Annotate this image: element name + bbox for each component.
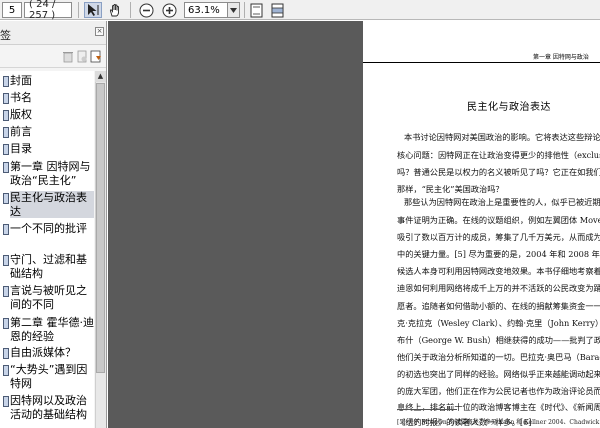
bookmark-label: 版权 bbox=[10, 108, 32, 121]
body-line: 的初选也突出了同样的经验。网络似乎正来越能调动起来个 bbox=[397, 369, 600, 379]
body-line: 那些认为因特网在政治上是重要性的人，似乎已被近期 bbox=[404, 197, 600, 207]
bookmark-label: 因特网以及政治活动的基础结构 bbox=[10, 394, 87, 421]
bookmark-icon bbox=[3, 365, 9, 376]
header-rule bbox=[363, 62, 600, 63]
bookmark-label: 守门、过滤和基础结构 bbox=[10, 253, 87, 280]
bookmark-icon bbox=[3, 162, 9, 173]
body-line: 迪恩如何利用网络将成千上万的并不活跃的公民改变为踊跃的 bbox=[397, 283, 600, 293]
fit-width-button[interactable] bbox=[268, 2, 286, 18]
select-tool-button[interactable] bbox=[84, 2, 102, 18]
body-line: 中的关键力量。[5] 尽为重要的是，2004 年和 2008 年的竞选活动 bbox=[397, 249, 600, 259]
bookmark-label: 民主化与政治表达 bbox=[10, 191, 94, 218]
panel-title: 签 bbox=[0, 29, 11, 42]
panel-toolbar bbox=[0, 46, 106, 68]
minus-circle-icon bbox=[139, 3, 153, 17]
bookmark-label: “大势头”遇到因特网 bbox=[10, 363, 88, 390]
bookmark-icon bbox=[3, 193, 9, 204]
bookmark-label: 第二章 霍华德·迪恩的经验 bbox=[10, 316, 94, 343]
fit-page-icon bbox=[250, 3, 262, 17]
footnote: [5] 关于 MoveOn 的简要概述，参见 Kahn 和 Kellner 20… bbox=[397, 419, 600, 426]
bookmark-list: 封面 书名 版权 前言 目录 第一章 因特网与政治“民主化” 民主化与政治表达 … bbox=[0, 71, 94, 428]
body-line: 本书讨论因特网对美国政治的影响。它将表达这些辩论中 bbox=[404, 132, 600, 142]
document-viewport[interactable]: 第一章 因特网与政治 民主化与政治表达 本书讨论因特网对美国政治的影响。它将表达… bbox=[108, 21, 600, 428]
hand-tool-button[interactable] bbox=[106, 2, 124, 18]
body-line: 息终上，排名前十位的政治博客博主在《时代》、《新闻周刊 bbox=[397, 402, 600, 412]
page-number-input[interactable]: 5 bbox=[2, 2, 22, 18]
body-line: 布什（George W. Bush）相继获得的成功——批判了政治学者们 bbox=[397, 335, 600, 345]
zoom-in-button[interactable] bbox=[160, 2, 178, 18]
new-bookmark-button[interactable] bbox=[76, 50, 88, 63]
fit-width-icon bbox=[271, 3, 283, 17]
new-bookmark-icon bbox=[77, 50, 87, 63]
bookmark-icon bbox=[3, 255, 9, 266]
body-line: 吗？普通公民是以权力的名义被听见了吗？它正在如我们所期 bbox=[397, 167, 600, 177]
body-line: 核心问题：因特网正在让政治变得更少的排他性（exclusive） bbox=[397, 150, 600, 160]
toolbar-separator bbox=[244, 2, 245, 18]
bookmark-label: 封面 bbox=[10, 74, 32, 87]
bookmark-icon bbox=[3, 127, 9, 138]
cursor-icon bbox=[88, 4, 99, 16]
toolbar-separator bbox=[130, 2, 131, 18]
bookmark-label: 自由派媒体？ bbox=[10, 346, 76, 359]
body-line: 他们关于政治分析所知道的一切。巴拉克·奥巴马（Barack bbox=[397, 352, 600, 362]
bookmark-icon bbox=[3, 318, 9, 329]
chevron-down-icon bbox=[230, 7, 237, 13]
panel-close-icon[interactable]: × bbox=[95, 27, 104, 36]
options-icon bbox=[90, 50, 101, 63]
bookmark-label: 目录 bbox=[10, 142, 32, 155]
delete-bookmark-button[interactable] bbox=[62, 50, 74, 63]
toolbar: 5 ( 24 / 257 ) 63.1% bbox=[0, 0, 600, 21]
plus-circle-icon bbox=[162, 3, 176, 17]
zoom-level-input[interactable]: 63.1% bbox=[184, 2, 228, 18]
bookmark-icon bbox=[3, 144, 9, 155]
body-line: 的庞大军团，他们正在作为公民记者也作为政治评论员而发声 bbox=[397, 386, 600, 396]
bookmark-label: 书名 bbox=[10, 91, 32, 104]
bookmark-options-button[interactable] bbox=[90, 50, 102, 63]
bookmark-label: 一个不同的批评 bbox=[10, 222, 87, 235]
bookmark-icon bbox=[3, 224, 9, 235]
running-header: 第一章 因特网与政治 bbox=[533, 54, 589, 61]
bookmark-icon bbox=[3, 348, 9, 359]
document-page: 第一章 因特网与政治 民主化与政治表达 本书讨论因特网对美国政治的影响。它将表达… bbox=[363, 21, 600, 428]
body-line: 吸引了数以百万计的成员，筹集了几千万美元，从而成为美 bbox=[397, 232, 600, 242]
scroll-up-icon[interactable]: ▲ bbox=[95, 71, 106, 82]
body-line: 克·克拉克（Wesley Clark）、约翰·克里（John Kerry）将达布… bbox=[397, 318, 600, 328]
section-title: 民主化与政治表达 bbox=[467, 102, 551, 113]
bookmark-icon bbox=[3, 93, 9, 104]
body-line: 那样，“民主化”美国政治吗？ bbox=[397, 184, 504, 194]
bookmarks-panel: 签 × 封面 书名 版权 前言 目录 第一章 因特网与政治“民主化” 民主化与政… bbox=[0, 21, 107, 428]
body-line: 愿者。追随者如何借助小额的、在线的捐献筹集资金一一迪 bbox=[397, 301, 600, 311]
bookmark-icon bbox=[3, 76, 9, 87]
trash-icon bbox=[63, 52, 73, 63]
zoom-dropdown-button[interactable] bbox=[228, 2, 240, 18]
bookmark-icon bbox=[3, 286, 9, 297]
scrollbar-thumb[interactable] bbox=[96, 83, 105, 373]
bookmark-label: 第一章 因特网与政治“民主化” bbox=[10, 160, 91, 187]
fit-page-button[interactable] bbox=[247, 2, 265, 18]
bookmark-icon bbox=[3, 110, 9, 121]
body-line: 事件证明为正确。在线的议题组织，例如左翼团体 MoveOn. bbox=[397, 215, 600, 225]
bookmark-label: 前言 bbox=[10, 125, 32, 138]
page-count-label: ( 24 / 257 ) bbox=[24, 0, 72, 21]
toolbar-separator bbox=[78, 2, 79, 18]
zoom-out-button[interactable] bbox=[137, 2, 155, 18]
footnote-rule bbox=[397, 409, 457, 410]
panel-header: 签 × bbox=[0, 21, 106, 45]
bookmark-label: 言说与被听见之间的不同 bbox=[10, 284, 87, 311]
hand-icon bbox=[109, 4, 119, 17]
bookmark-icon bbox=[3, 396, 9, 407]
body-line: 候选人本身可利用因特网改变地效果。本书仔细地考察着 bbox=[397, 266, 600, 276]
